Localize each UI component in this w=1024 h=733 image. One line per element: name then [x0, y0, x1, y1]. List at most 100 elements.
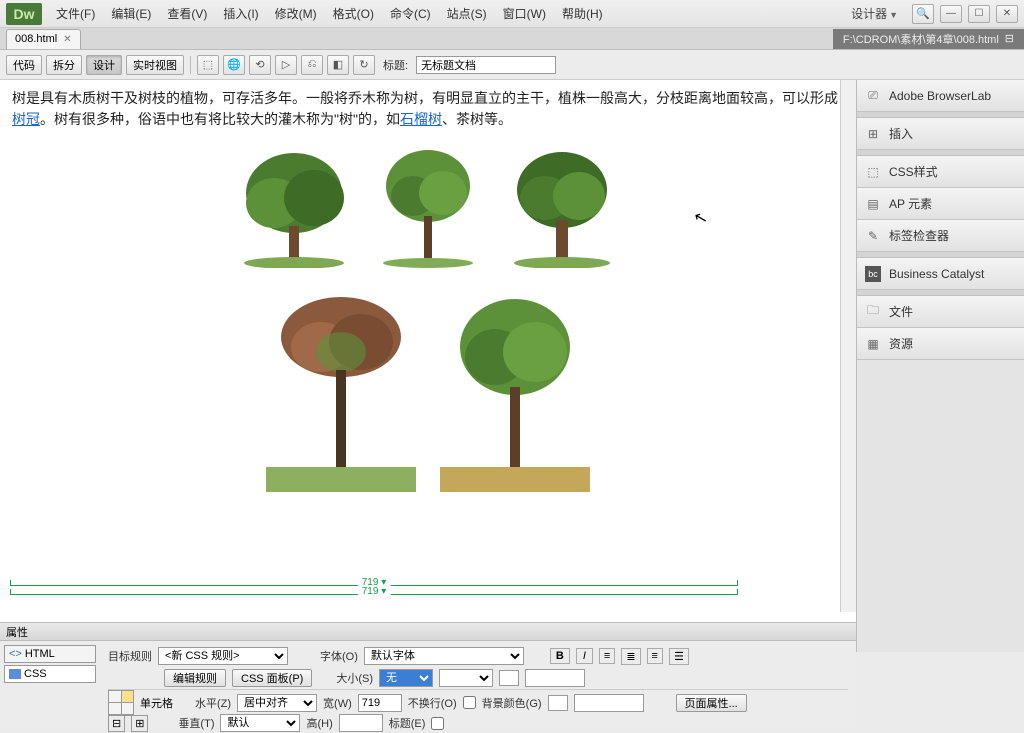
tool-icon-1[interactable]: ⬚ [197, 55, 219, 75]
text-color-swatch[interactable] [499, 670, 519, 686]
panel-css-styles[interactable]: ⬚CSS样式 [857, 156, 1024, 188]
tool-icon-5[interactable]: ⎌ [301, 55, 323, 75]
app-logo: Dw [6, 3, 42, 25]
panel-files[interactable]: 🗀文件 [857, 296, 1024, 328]
menu-format[interactable]: 格式(O) [327, 3, 380, 24]
font-select[interactable]: 默认字体 [364, 647, 524, 665]
menu-window[interactable]: 窗口(W) [497, 3, 552, 24]
width-input[interactable] [358, 694, 402, 712]
insert-icon: ⊞ [865, 126, 881, 142]
close-button[interactable]: ✕ [996, 5, 1018, 23]
header-label: 标题(E) [389, 715, 426, 731]
css-panel-button[interactable]: CSS 面板(P) [232, 669, 312, 687]
panel-ap-elements[interactable]: ▤AP 元素 [857, 188, 1024, 220]
prop-tab-css[interactable]: CSS [4, 665, 96, 683]
view-design-button[interactable]: 设计 [86, 55, 122, 75]
prop-tab-html[interactable]: <>HTML [4, 645, 96, 663]
menu-view[interactable]: 查看(V) [161, 3, 213, 24]
nowrap-label: 不换行(O) [408, 695, 457, 711]
vert-select[interactable]: 默认 [220, 714, 300, 732]
nowrap-checkbox[interactable] [463, 696, 476, 709]
menu-items: 文件(F) 编辑(E) 查看(V) 插入(I) 修改(M) 格式(O) 命令(C… [50, 3, 609, 24]
height-input[interactable] [339, 714, 383, 732]
align-right-icon[interactable]: ≡ [647, 648, 663, 664]
tool-icon-6[interactable]: ◧ [327, 55, 349, 75]
tab-close-icon[interactable]: ✕ [63, 34, 71, 45]
view-live-button[interactable]: 实时视图 [126, 55, 184, 75]
panel-business-catalyst[interactable]: bcBusiness Catalyst [857, 258, 1024, 290]
document-area: 树是具有木质树干及树枝的植物，可存活多年。一般将乔木称为树，有明显直立的主干，植… [0, 80, 856, 652]
cell-label: 单元格 [140, 695, 173, 711]
tree-image-2 [373, 148, 483, 268]
bg-color-input[interactable] [574, 694, 644, 712]
menu-modify[interactable]: 修改(M) [269, 3, 323, 24]
document-toolbar: 代码 拆分 设计 实时视图 ⬚ 🌐 ⟲ ▷ ⎌ ◧ ↻ 标题: [0, 50, 1024, 80]
align-justify-icon[interactable]: ☰ [669, 648, 689, 665]
size-unit-select[interactable] [439, 669, 493, 687]
target-rule-label: 目标规则 [108, 648, 152, 664]
right-panel-column: ⎚Adobe BrowserLab ⊞插入 ⬚CSS样式 ▤AP 元素 ✎标签检… [856, 80, 1024, 652]
bg-color-swatch[interactable] [548, 695, 568, 711]
panel-insert[interactable]: ⊞插入 [857, 118, 1024, 150]
align-left-icon[interactable]: ≡ [599, 648, 615, 664]
body-paragraph: 树是具有木质树干及树枝的植物，可存活多年。一般将乔木称为树，有明显直立的主干，植… [12, 88, 844, 130]
text-color-input[interactable] [525, 669, 585, 687]
link-pomegranate[interactable]: 石榴树 [400, 111, 442, 127]
link-canopy[interactable]: 树冠 [12, 111, 40, 127]
horiz-label: 水平(Z) [195, 695, 231, 711]
globe-icon[interactable]: 🌐 [223, 55, 245, 75]
cell-icon[interactable] [108, 690, 134, 716]
refresh-icon[interactable]: ↻ [353, 55, 375, 75]
panel-assets[interactable]: ▦资源 [857, 328, 1024, 360]
bold-button[interactable]: B [550, 648, 570, 664]
height-label: 高(H) [306, 715, 332, 731]
page-properties-button[interactable]: 页面属性... [676, 694, 747, 712]
ap-icon: ▤ [865, 196, 881, 212]
tree-image-4 [266, 292, 416, 492]
target-rule-select[interactable]: <新 CSS 规则> [158, 647, 288, 665]
menu-help[interactable]: 帮助(H) [556, 3, 609, 24]
panel-browserlab[interactable]: ⎚Adobe BrowserLab [857, 80, 1024, 112]
menu-file[interactable]: 文件(F) [50, 3, 101, 24]
align-center-icon[interactable]: ≣ [621, 648, 640, 665]
menu-insert[interactable]: 插入(I) [217, 3, 264, 24]
menu-commands[interactable]: 命令(C) [384, 3, 437, 24]
tree-image-1 [239, 148, 349, 268]
design-canvas[interactable]: 树是具有木质树干及树枝的植物，可存活多年。一般将乔木称为树，有明显直立的主干，植… [0, 80, 856, 632]
minimize-button[interactable]: — [940, 5, 962, 23]
assets-icon: ▦ [865, 336, 881, 352]
tree-image-5 [440, 292, 590, 492]
bgcolor-label: 背景颜色(G) [482, 695, 542, 711]
view-code-button[interactable]: 代码 [6, 55, 42, 75]
size-select[interactable]: 无 [379, 669, 433, 687]
font-label: 字体(O) [320, 648, 358, 664]
properties-panel: 属性 <>HTML CSS 目标规则 <新 CSS 规则> 字体(O) 默认字体… [0, 622, 856, 728]
panel-tag-inspector[interactable]: ✎标签检查器 [857, 220, 1024, 252]
split-cells-icon[interactable]: ⊞ [131, 715, 148, 732]
scrollbar-vertical[interactable] [840, 80, 856, 612]
tag-inspector-icon: ✎ [865, 228, 881, 244]
table-width-ruler: 719 ▾ 719 ▾ [10, 580, 738, 598]
italic-button[interactable]: I [576, 648, 593, 664]
tab-active[interactable]: 008.html ✕ [6, 29, 81, 49]
merge-cells-icon[interactable]: ⊟ [108, 715, 125, 732]
properties-header[interactable]: 属性 [0, 623, 856, 641]
menu-bar: Dw 文件(F) 编辑(E) 查看(V) 插入(I) 修改(M) 格式(O) 命… [0, 0, 1024, 28]
title-input[interactable] [416, 56, 556, 74]
edit-rule-button[interactable]: 编辑规则 [164, 669, 226, 687]
width-label: 宽(W) [323, 695, 352, 711]
tool-icon-3[interactable]: ⟲ [249, 55, 271, 75]
view-split-button[interactable]: 拆分 [46, 55, 82, 75]
document-tab-bar: 008.html ✕ F:\CDROM\素材\第4章\008.html⊟ [0, 28, 1024, 50]
size-label: 大小(S) [336, 670, 373, 686]
menu-edit[interactable]: 编辑(E) [105, 3, 157, 24]
title-label: 标题: [383, 57, 408, 73]
menu-site[interactable]: 站点(S) [441, 3, 493, 24]
tool-icon-4[interactable]: ▷ [275, 55, 297, 75]
tree-image-3 [507, 148, 617, 268]
search-icon[interactable]: 🔍 [912, 4, 934, 24]
horiz-select[interactable]: 居中对齐 [237, 694, 317, 712]
workspace-designer[interactable]: 设计器▼ [843, 3, 906, 24]
maximize-button[interactable]: ☐ [968, 5, 990, 23]
bc-icon: bc [865, 266, 881, 282]
